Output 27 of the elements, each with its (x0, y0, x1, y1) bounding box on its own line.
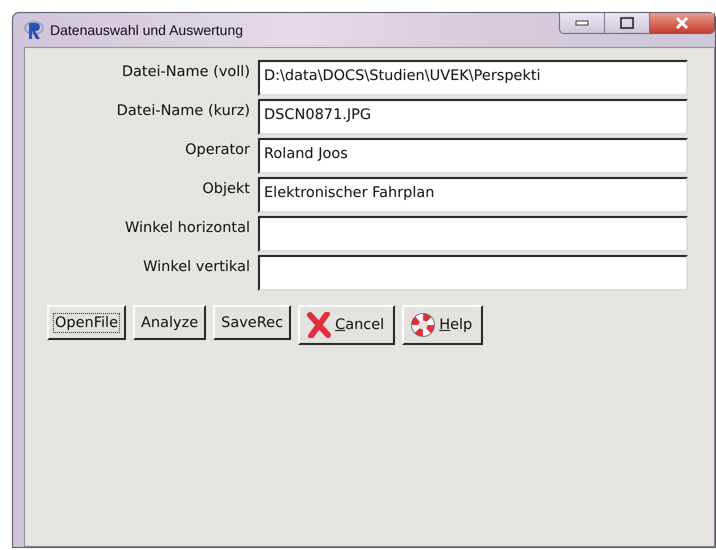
cross-icon (307, 312, 332, 338)
dialog-button[interactable]: Analyze (133, 305, 206, 340)
field-label: Objekt (201, 180, 250, 199)
text-field[interactable]: Roland Joos (258, 138, 688, 174)
minimize-button[interactable] (560, 13, 605, 33)
dialog-button[interactable]: OpenFile (47, 305, 126, 340)
text-field[interactable]: DSCN0871.JPG (258, 99, 688, 135)
minimize-icon (575, 20, 589, 26)
close-button[interactable] (650, 13, 714, 33)
app-logo-icon (24, 20, 44, 40)
text-field[interactable]: D:\data\DOCS\Studien\UVEK\Perspekti (258, 60, 688, 96)
text-field[interactable]: Elektronischer Fahrplan (258, 177, 688, 213)
dialog-button[interactable]: Cancel (298, 305, 396, 345)
dialog-button[interactable]: SaveRec (213, 305, 292, 340)
field-label: Datei-Name (kurz) (116, 102, 250, 121)
text-field[interactable] (258, 255, 688, 291)
lifebuoy-icon (411, 313, 436, 337)
close-icon (675, 17, 689, 29)
field-label: Operator (184, 141, 250, 160)
field-label: Winkel vertikal (142, 258, 250, 277)
maximize-icon (620, 17, 634, 29)
dialog-button[interactable]: Help (402, 305, 484, 345)
text-field[interactable] (258, 216, 688, 252)
field-label: Datei-Name (voll) (120, 63, 250, 82)
window-title: Datenauswahl und Auswertung (50, 22, 244, 38)
maximize-button[interactable] (605, 13, 650, 33)
field-label: Winkel horizontal (124, 219, 250, 238)
